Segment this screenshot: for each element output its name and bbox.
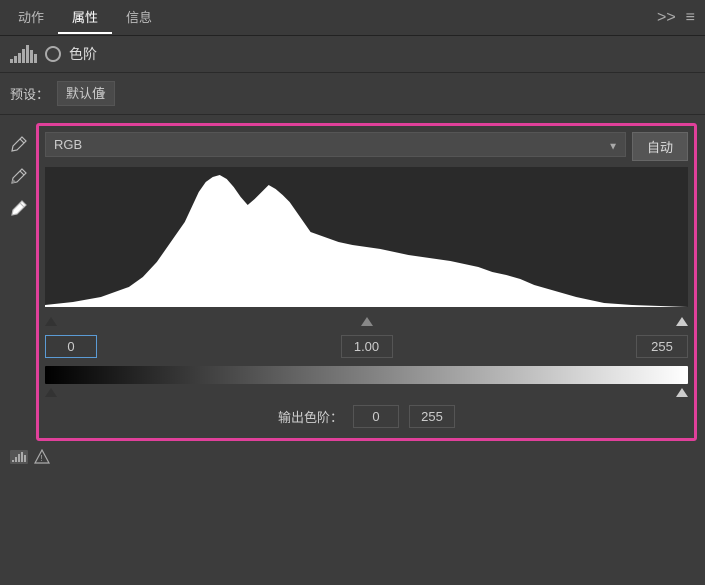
shadow-input-handle[interactable] (45, 317, 57, 326)
adjustment-circle-icon (45, 46, 61, 62)
left-tools (8, 123, 30, 441)
midtone-input[interactable] (341, 335, 393, 358)
tab-extras: >> ≡ (657, 9, 701, 27)
warning-icon: ! (34, 449, 50, 469)
panel-title: 色阶 (69, 44, 97, 64)
expand-icon[interactable]: >> (657, 9, 676, 27)
midtone-input-handle[interactable] (361, 317, 373, 326)
preset-select[interactable]: 默认值 (57, 81, 115, 106)
highlight-input-handle[interactable] (676, 317, 688, 326)
svg-text:!: ! (40, 454, 42, 463)
auto-button[interactable]: 自动 (632, 132, 688, 161)
shadow-output-handle[interactable] (45, 388, 57, 397)
eyedropper-midtone-tool[interactable] (8, 165, 30, 187)
tab-properties[interactable]: 属性 (58, 1, 112, 34)
tab-info[interactable]: 信息 (112, 1, 166, 34)
input-slider-row (45, 311, 688, 331)
highlight-input[interactable] (636, 335, 688, 358)
input-values-row (45, 331, 688, 362)
levels-panel: RGB 红 绿 蓝 ▼ 自动 (36, 123, 697, 441)
preset-row: 预设： 默认值 ▼ (0, 73, 705, 115)
output-label: 输出色阶： (278, 407, 343, 426)
gradient-bar (45, 366, 688, 384)
menu-icon[interactable]: ≡ (686, 9, 695, 27)
output-shadow-input[interactable] (353, 405, 399, 428)
gradient-bar-wrap (45, 366, 688, 384)
channel-select[interactable]: RGB 红 绿 蓝 (45, 132, 626, 157)
main-content: RGB 红 绿 蓝 ▼ 自动 (0, 115, 705, 441)
output-row: 输出色阶： (45, 399, 688, 432)
highlight-output-handle[interactable] (676, 388, 688, 397)
bottom-row: ! (0, 441, 705, 477)
output-slider-row (45, 386, 688, 399)
channel-select-wrap: RGB 红 绿 蓝 ▼ (45, 132, 626, 161)
levels-histogram-icon (10, 45, 37, 63)
histogram-area (45, 167, 688, 307)
histogram-small-icon (10, 450, 28, 468)
eyedropper-highlight-tool[interactable] (8, 197, 30, 219)
tab-bar: 动作 属性 信息 >> ≡ (0, 0, 705, 36)
shadow-input[interactable] (45, 335, 97, 358)
tab-actions[interactable]: 动作 (4, 1, 58, 34)
panel-header: 色阶 (0, 36, 705, 73)
histogram-chart (45, 167, 688, 307)
preset-label: 预设： (10, 84, 49, 103)
output-highlight-input[interactable] (409, 405, 455, 428)
channel-row: RGB 红 绿 蓝 ▼ 自动 (45, 132, 688, 161)
eyedropper-shadow-tool[interactable] (8, 133, 30, 155)
